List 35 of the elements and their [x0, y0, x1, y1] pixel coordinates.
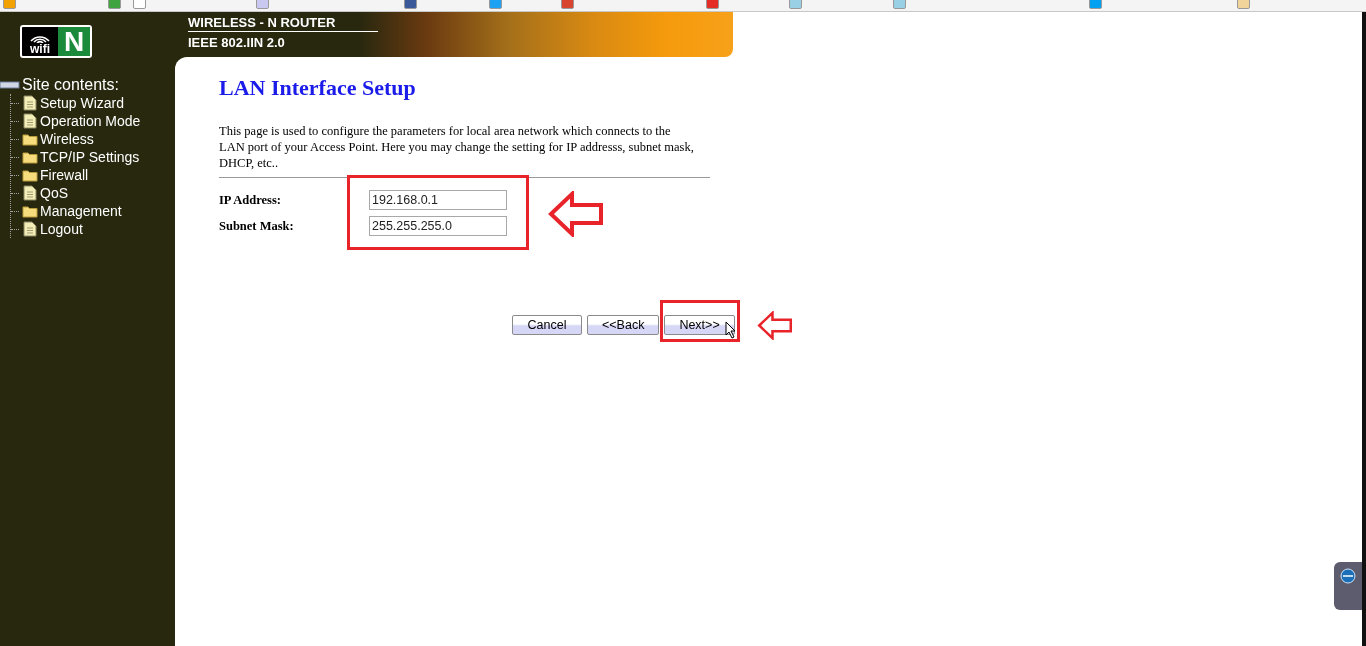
sidebar-item[interactable]: Logout	[40, 221, 83, 237]
wizard-button[interactable]: <<Back	[587, 315, 660, 336]
remote-icon	[1340, 568, 1356, 584]
page-icon	[22, 113, 37, 129]
page-icon	[22, 95, 37, 111]
arrow-icon	[548, 191, 604, 237]
wizard-button[interactable]: Next>>	[664, 315, 735, 336]
computer-icon	[0, 80, 20, 90]
folder-icon	[21, 204, 38, 218]
field-label: IP Address:	[219, 191, 282, 209]
header-title: WIRELESS - N ROUTER	[188, 15, 378, 32]
field-label: Subnet Mask:	[219, 217, 295, 235]
folder-icon	[21, 168, 38, 182]
folder-icon	[21, 150, 38, 164]
sidebar-item[interactable]: Wireless	[40, 131, 94, 147]
wizard-button[interactable]: Cancel	[512, 315, 582, 336]
logo-word: wifi	[30, 43, 50, 55]
page-description: This page is used to configure the parameters for local area network which connects to the LAN port of your Access Point. Here you may change the setting for IP addresss, subnet mask, DHCP, etc..	[219, 123, 695, 171]
sidebar-item[interactable]: Setup Wizard	[40, 95, 125, 111]
sidebar-item[interactable]: Operation Mode	[40, 113, 141, 129]
sidebar-item[interactable]: TCP/IP Settings	[40, 149, 140, 165]
header-subtitle: IEEE 802.IIN 2.0	[188, 34, 286, 52]
page-icon	[22, 185, 37, 201]
sidebar-heading: Site contents:	[22, 76, 119, 94]
page-icon	[22, 221, 37, 237]
input-field[interactable]: 255.255.255.0	[369, 216, 507, 236]
sidebar-item[interactable]: Firewall	[40, 167, 89, 183]
logo-letter: N	[58, 27, 90, 56]
input-field[interactable]: 192.168.0.1	[369, 190, 507, 210]
sidebar-item[interactable]: QoS	[40, 185, 68, 201]
wifi-icon	[29, 33, 51, 43]
folder-icon	[21, 132, 38, 146]
sidebar-item[interactable]: Management	[40, 203, 122, 219]
side-tab[interactable]	[1334, 562, 1362, 610]
page-title: LAN Interface Setup	[219, 75, 417, 101]
